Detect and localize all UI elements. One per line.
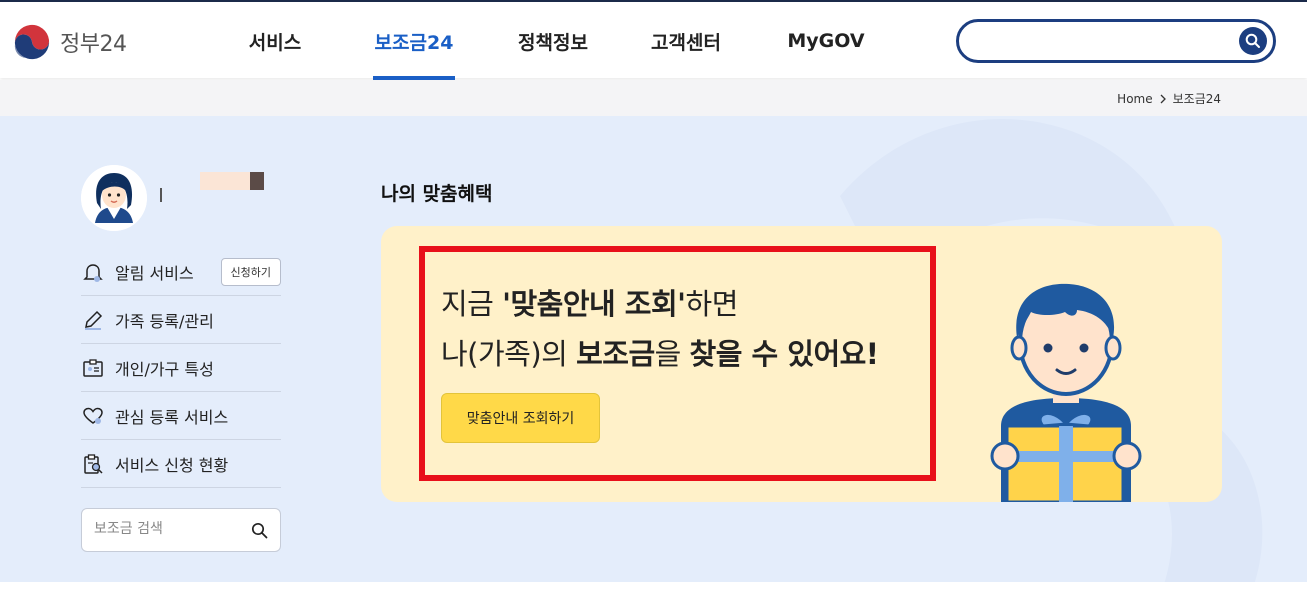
user-name-redacted-end [250,172,264,190]
sidebar-item-label: 가족 등록/관리 [115,311,214,331]
subsidy-search[interactable] [81,508,281,552]
id-card-icon [81,356,105,380]
nav-item-services[interactable]: 서비스 [212,2,338,80]
main-nav: 서비스 보조금24 정책정보 고객센터 MyGOV [212,2,874,80]
search-icon [1245,33,1260,48]
sidebar-item-notification-service[interactable]: 알림 서비스 신청하기 [81,248,281,296]
nav-item-policy-info[interactable]: 정책정보 [498,2,608,80]
breadcrumb-home[interactable]: Home [1117,92,1152,106]
nav-item-subsidy24[interactable]: 보조금24 [373,2,455,80]
sidebar-item-application-status[interactable]: 서비스 신청 현황 [81,440,281,488]
heart-icon [81,404,105,428]
breadcrumb-current: 보조금24 [1172,92,1221,106]
sidebar-item-label: 관심 등록 서비스 [115,407,229,427]
search-button[interactable] [1239,27,1267,55]
user-avatar-icon [81,165,147,231]
site-header: 정부24 서비스 보조금24 정책정보 고객센터 MyGOV [0,0,1307,80]
headline-line-1: 지금 '맞춤안내 조회'하면 [441,287,738,321]
taegeuk-logo-icon [13,23,51,61]
header-search[interactable] [956,19,1276,63]
avatar [81,165,147,231]
headline-line-2: 나(가족)의 보조금을 찾을 수 있어요! [441,337,879,371]
breadcrumb: Home 보조금24 [1117,90,1221,107]
clipboard-search-icon [81,452,105,476]
sidebar-item-household-characteristics[interactable]: 개인/가구 특성 [81,344,281,392]
logo-text: 정부24 [60,32,127,57]
pencil-icon [81,308,105,332]
apply-button[interactable]: 신청하기 [220,257,281,286]
sidebar-item-family-registration[interactable]: 가족 등록/관리 [81,296,281,344]
banner-headline: 지금 '맞춤안내 조회'하면 나(가족)의 보조금을 찾을 수 있어요! [441,279,879,379]
sidebar-item-label: 서비스 신청 현황 [115,455,229,475]
custom-benefit-banner: 지금 '맞춤안내 조회'하면 나(가족)의 보조금을 찾을 수 있어요! 맞춤안… [381,226,1222,502]
mascot-with-gift-icon [990,283,1142,502]
user-name-redacted [200,172,252,190]
sidebar-item-label: 알림 서비스 [115,263,194,283]
custom-guide-lookup-button[interactable]: 맞춤안내 조회하기 [441,393,600,443]
section-title: 나의 맞춤혜택 [381,183,493,205]
logo[interactable]: 정부24 [12,22,127,62]
search-icon[interactable] [251,522,268,539]
nav-item-mygov[interactable]: MyGOV [778,2,874,80]
sidebar-item-label: 개인/가구 특성 [115,359,214,379]
sidebar-item-interest-registration[interactable]: 관심 등록 서비스 [81,392,281,440]
chevron-right-icon [1160,94,1166,103]
user-name-cursor [160,188,162,202]
nav-item-customer-center[interactable]: 고객센터 [631,2,741,80]
main-area: 알림 서비스 신청하기 가족 등록/관리 개인/가구 특성 관심 등록 서비스 [0,116,1307,582]
bell-icon [81,260,105,284]
subsidy-search-input[interactable] [94,521,244,537]
sidebar-menu: 알림 서비스 신청하기 가족 등록/관리 개인/가구 특성 관심 등록 서비스 [81,248,281,488]
breadcrumb-bar: Home 보조금24 [0,80,1307,116]
